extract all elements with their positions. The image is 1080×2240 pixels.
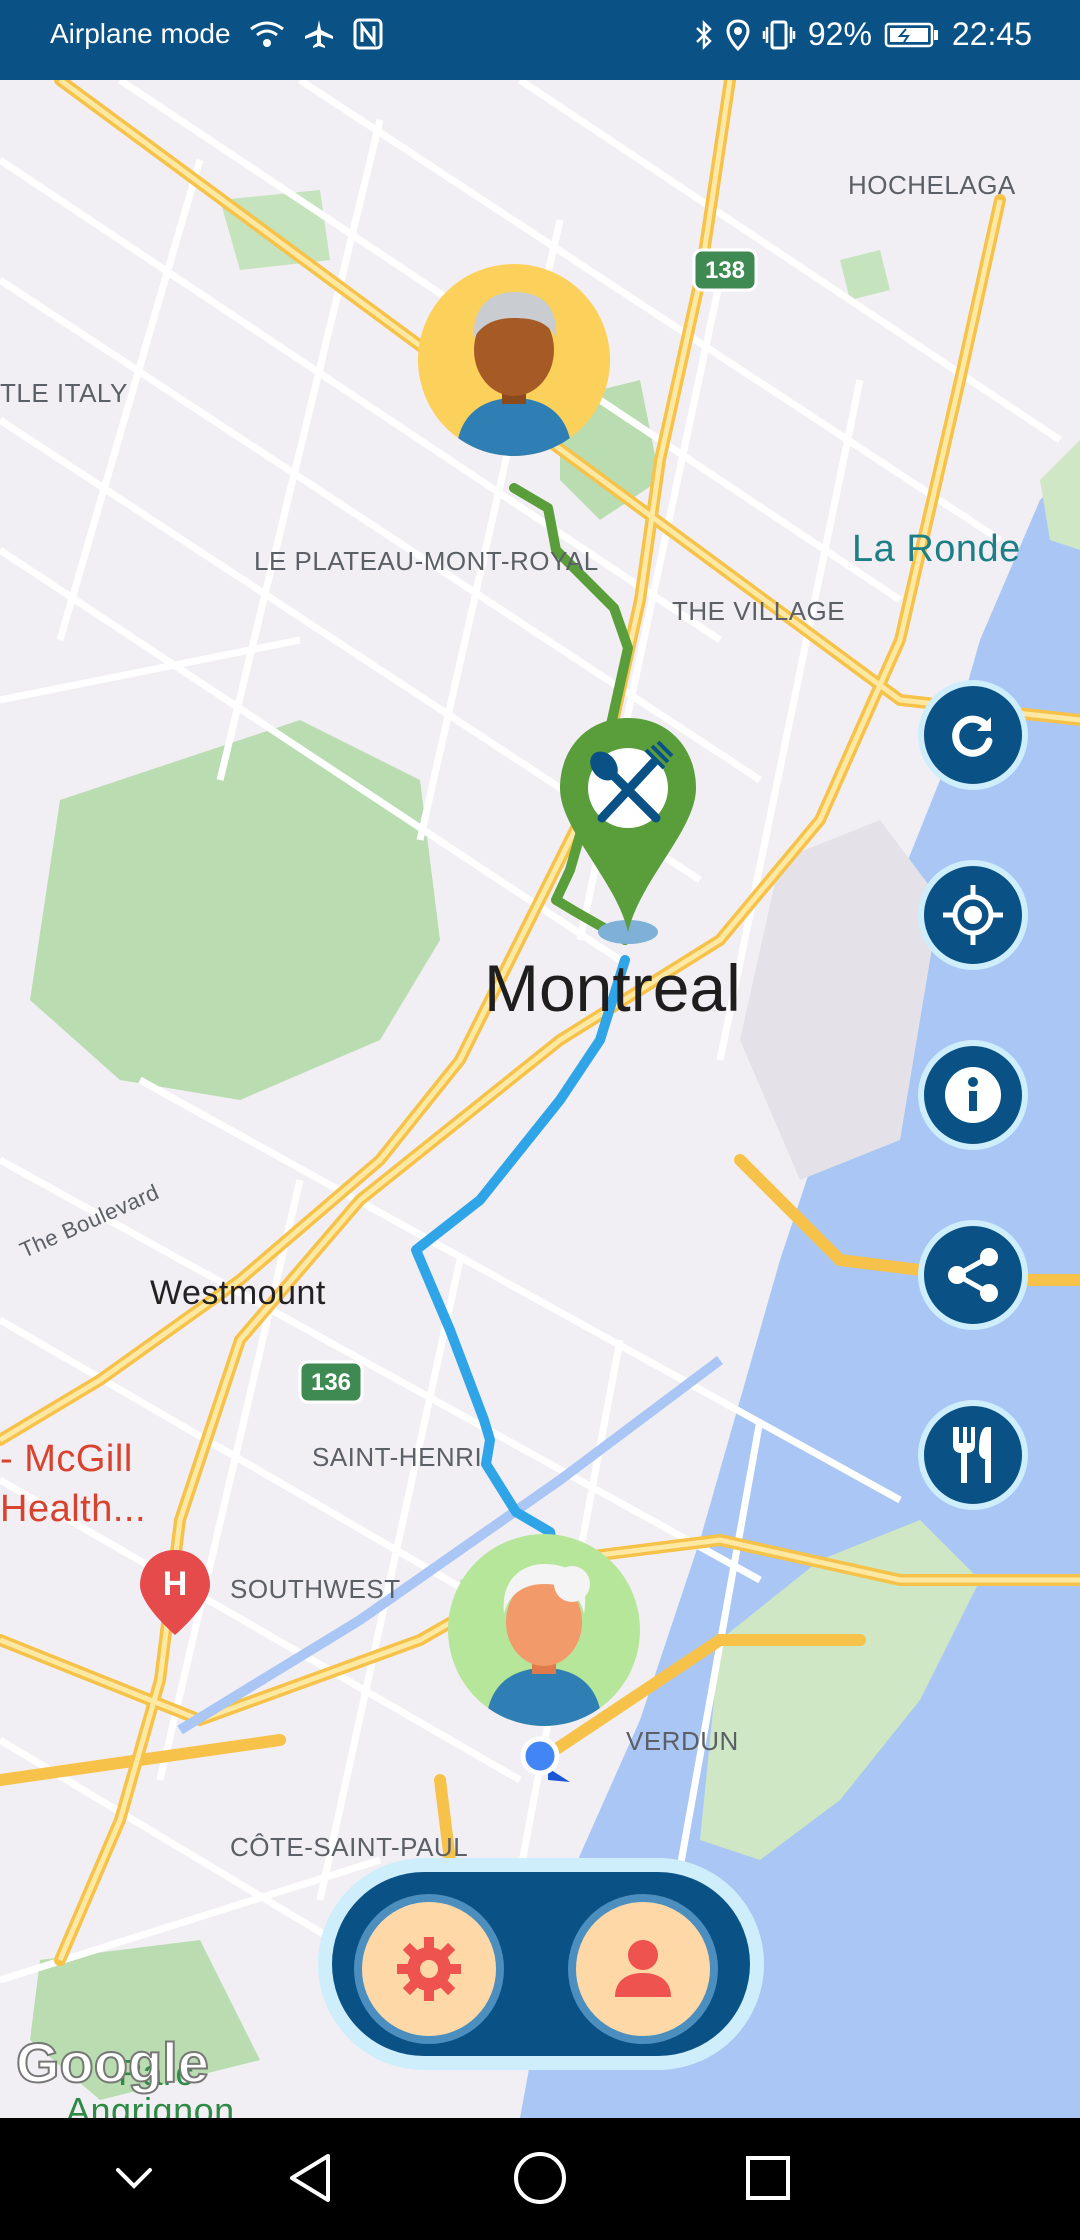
- restaurant-icon: [953, 1427, 991, 1483]
- refresh-icon: [952, 715, 993, 757]
- nav-back-button[interactable]: [280, 2148, 340, 2208]
- map-label-little-italy: TLE ITALY: [0, 378, 128, 408]
- recents-icon: [746, 2156, 790, 2200]
- google-logo: Google: [15, 2030, 210, 2095]
- bluetooth-icon: [695, 19, 712, 50]
- locate-button[interactable]: [918, 860, 1028, 970]
- refresh-button[interactable]: [918, 680, 1028, 790]
- info-button[interactable]: [918, 1040, 1028, 1150]
- svg-text:H: H: [163, 1565, 188, 1603]
- back-icon: [290, 2154, 330, 2202]
- map-label-mcgill: - McGill: [0, 1438, 133, 1480]
- map-label-southwest: SOUTHWEST: [230, 1574, 401, 1604]
- status-right: 92% 22:45: [694, 16, 1032, 53]
- system-nav-bar: [0, 2118, 1080, 2240]
- nav-recents-button[interactable]: [738, 2148, 798, 2208]
- home-icon: [514, 2152, 566, 2204]
- battery-icon: [884, 22, 938, 47]
- nav-home-button[interactable]: [510, 2148, 570, 2208]
- map-label-la-ronde: La Ronde: [852, 528, 1021, 570]
- map-label-city: Montreal: [484, 951, 741, 1025]
- status-left: Airplane mode: [50, 18, 383, 50]
- settings-button[interactable]: [354, 1894, 504, 2044]
- share-button[interactable]: [918, 1220, 1028, 1330]
- highway-shield-136: 136: [298, 1360, 364, 1404]
- map-label-hochelaga: HOCHELAGA: [848, 170, 1016, 200]
- airplane-mode-text: Airplane mode: [50, 18, 231, 49]
- vibrate-icon: [762, 20, 796, 49]
- map-label-verdun: VERDUN: [626, 1726, 739, 1756]
- svg-text:136: 136: [311, 1369, 351, 1396]
- map-label-saint-henri: SAINT-HENRI: [312, 1442, 483, 1472]
- bottom-action-bar: [318, 1858, 764, 2070]
- share-icon: [948, 1248, 998, 1302]
- person-icon: [615, 1940, 671, 1997]
- profile-button[interactable]: [568, 1894, 718, 2044]
- nfc-icon: [353, 18, 383, 50]
- map-label-mcgill-text: McGill: [24, 1438, 133, 1480]
- gear-icon: [397, 1937, 461, 2001]
- info-icon: [945, 1067, 1001, 1123]
- map-label-plateau: LE PLATEAU-MONT-ROYAL: [254, 546, 599, 576]
- map-label-health: Health...: [0, 1488, 147, 1530]
- battery-percent: 92%: [807, 16, 872, 52]
- clock: 22:45: [951, 16, 1032, 52]
- user-avatar-destination[interactable]: [446, 1532, 642, 1728]
- user-avatar-origin[interactable]: [416, 262, 612, 458]
- restaurant-marker[interactable]: [556, 710, 700, 950]
- highway-shield-138: 138: [692, 248, 758, 292]
- woman-avatar-icon: [448, 1534, 640, 1726]
- map-label-westmount: Westmount: [150, 1274, 326, 1312]
- restaurant-button[interactable]: [918, 1400, 1028, 1510]
- locate-icon: [943, 885, 1003, 945]
- chevron-down-icon: [116, 2168, 152, 2189]
- map-label-village: THE VILLAGE: [672, 596, 846, 626]
- svg-text:138: 138: [705, 257, 745, 284]
- wifi-icon: [249, 21, 284, 47]
- man-avatar-icon: [418, 264, 610, 456]
- restaurant-pin-icon: [560, 718, 696, 944]
- nav-hide-button[interactable]: [104, 2148, 164, 2208]
- status-bar: Airplane mode 92% 22:45: [0, 0, 1080, 80]
- location-icon: [726, 18, 750, 51]
- airplane-icon: [304, 20, 333, 48]
